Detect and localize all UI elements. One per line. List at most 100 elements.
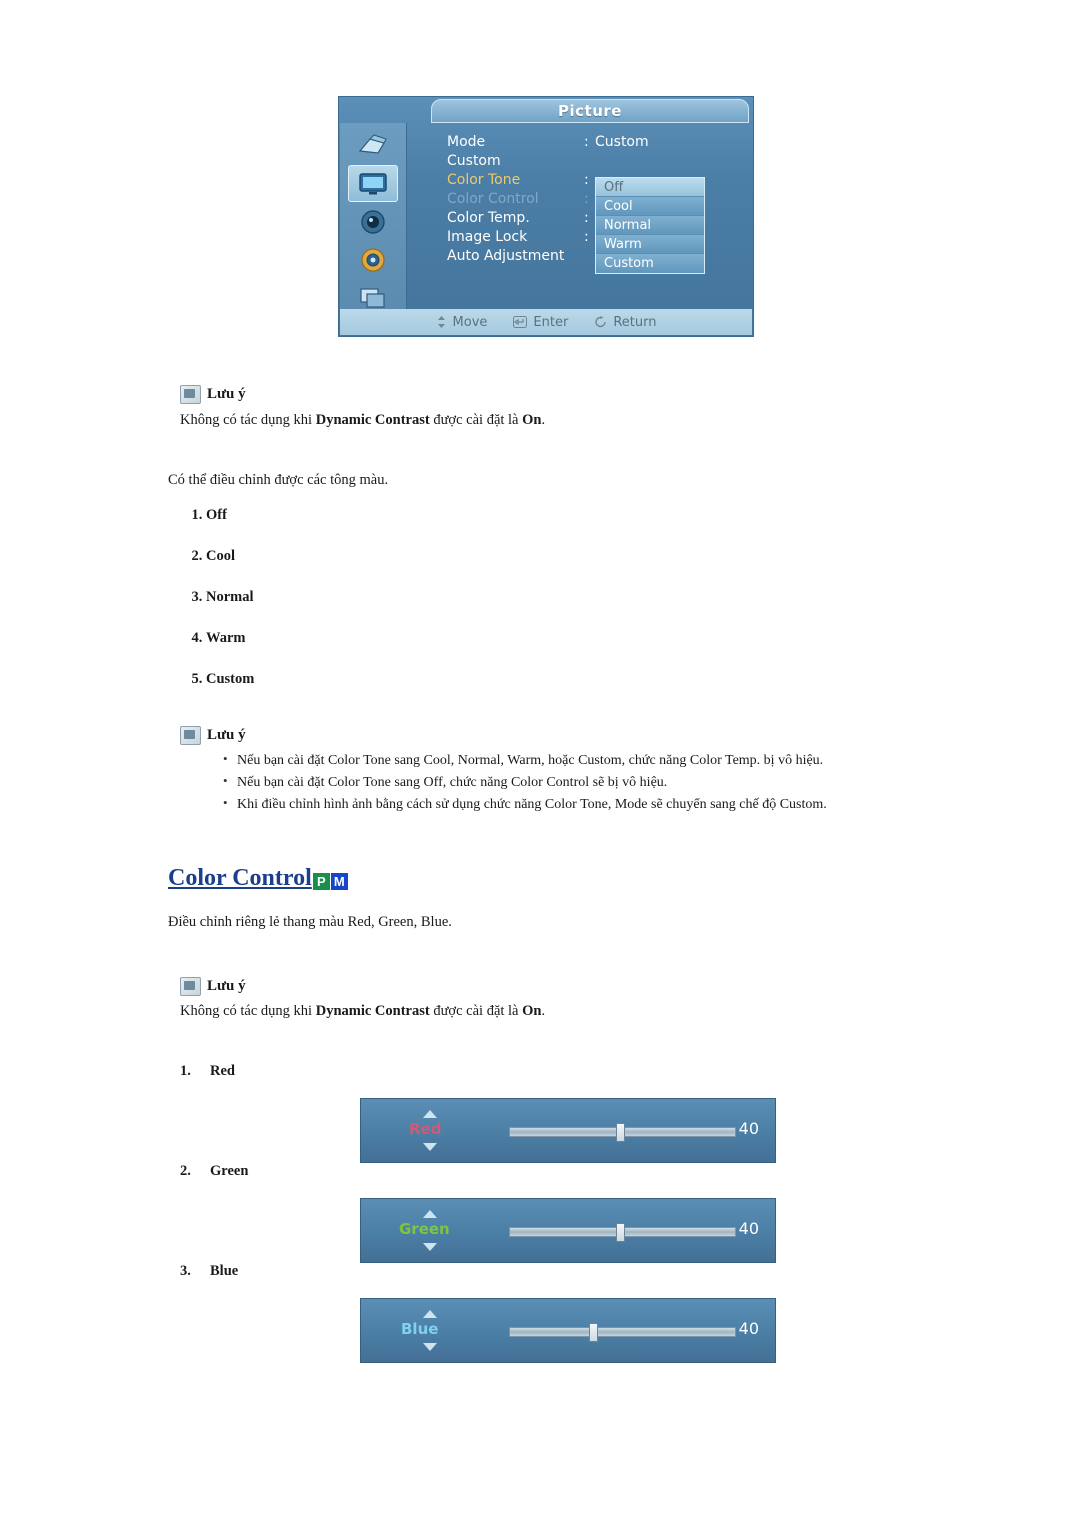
footer-return-label: Return (613, 314, 657, 330)
list-item: Cool (206, 548, 606, 565)
dropdown-option-normal[interactable]: Normal (596, 216, 704, 235)
list-item: Warm (206, 630, 606, 647)
green-slider-value: 40 (738, 1219, 759, 1238)
osd-row-label: Color Control (447, 191, 539, 207)
osd-row-label: Color Tone (447, 172, 521, 188)
color-tone-option-list: Off Cool Normal Warm Custom (180, 507, 606, 712)
osd-picture-menu: Picture Mode: Custom Custom Color Tone … (338, 96, 754, 385)
gear-glyph (361, 247, 385, 272)
tone-option-label: Warm (206, 630, 246, 646)
setup-icon[interactable] (348, 241, 398, 278)
osd-icon-column (340, 123, 407, 312)
note-icon (180, 726, 201, 745)
green-slider-panel[interactable]: Green 40 (360, 1198, 776, 1263)
footer-return[interactable]: Return (594, 315, 656, 330)
color-item-number-green: 2. (180, 1163, 191, 1179)
section-heading-color-control: Color Control P M (168, 866, 348, 890)
osd-more-label[interactable]: ▼ More (447, 369, 497, 385)
note3-text-end: . (541, 1003, 546, 1019)
increase-arrow-icon[interactable] (423, 1210, 437, 1218)
dropdown-option-warm[interactable]: Warm (596, 235, 704, 254)
note-icon (180, 977, 201, 996)
picture-icon[interactable] (348, 165, 398, 202)
color-tone-dropdown[interactable]: Off Cool Normal Warm Custom (595, 177, 705, 274)
osd-row-colon: : (584, 191, 589, 207)
blue-slider-panel[interactable]: Blue 40 (360, 1298, 776, 1363)
list-item: Normal (206, 589, 606, 606)
section-description: Điều chỉnh riêng lẻ thang màu Red, Green… (168, 914, 452, 930)
footer-move[interactable]: Move (436, 315, 487, 330)
red-slider-value: 40 (738, 1119, 759, 1138)
blue-slider-label: Blue (401, 1320, 439, 1338)
note1-text-mid: được cài đặt là (429, 412, 523, 428)
blue-slider-knob[interactable] (588, 1323, 598, 1342)
input-source-icon[interactable] (348, 127, 398, 164)
color-item-label-blue: Blue (210, 1263, 239, 1279)
tone-option-label: Normal (206, 589, 254, 605)
color-item-label-red: Red (210, 1063, 235, 1079)
tone-option-label: Cool (206, 548, 235, 564)
color-item-label-green: Green (210, 1163, 249, 1179)
note-heading-label: Lưu ý (207, 386, 246, 402)
note-heading-3: Lưu ý (180, 977, 246, 996)
red-slider-label: Red (409, 1120, 442, 1138)
intro-text: Có thể điều chỉnh được các tông màu. (168, 472, 389, 488)
blue-slider-track[interactable] (509, 1323, 736, 1342)
footer-enter[interactable]: Enter (513, 315, 568, 330)
sound-glyph (361, 209, 385, 234)
list-item: Custom (206, 671, 606, 688)
osd-row-label: Custom (447, 153, 501, 169)
monitor-stack-glyph (360, 287, 385, 308)
dropdown-option-off[interactable]: Off (596, 178, 704, 197)
decrease-arrow-icon[interactable] (423, 1243, 437, 1251)
red-slider-track[interactable] (509, 1123, 736, 1142)
return-icon (595, 316, 607, 328)
dropdown-option-custom[interactable]: Custom (596, 254, 704, 273)
increase-arrow-icon[interactable] (423, 1110, 437, 1118)
note3-bold1: Dynamic Contrast (315, 1003, 430, 1019)
list-item: Nếu bạn cài đặt Color Tone sang Cool, No… (223, 749, 1013, 772)
note3-bold2: On (522, 1003, 542, 1019)
color-item-number-blue: 3. (180, 1263, 191, 1279)
increase-arrow-icon[interactable] (423, 1310, 437, 1318)
note1-bold1: Dynamic Contrast (315, 412, 430, 428)
osd-row-mode[interactable]: Mode : Custom (447, 133, 747, 152)
dropdown-option-cool[interactable]: Cool (596, 197, 704, 216)
osd-title: Picture (558, 102, 622, 120)
red-slider-panel[interactable]: Red 40 (360, 1098, 776, 1163)
osd-row-custom[interactable]: Custom (447, 152, 747, 171)
red-slider-knob[interactable] (615, 1123, 625, 1142)
note-heading-label: Lưu ý (207, 727, 246, 743)
blue-slider-value: 40 (738, 1319, 759, 1338)
note1-text-end: . (541, 412, 546, 428)
note-bullet-list: Nếu bạn cài đặt Color Tone sang Cool, No… (205, 749, 1013, 816)
osd-row-colon: : (584, 229, 589, 245)
osd-row-colon: : (584, 134, 589, 150)
note3-text-before: Không có tác dụng khi (180, 1003, 316, 1019)
green-slider-label: Green (399, 1220, 450, 1238)
tone-option-label: Off (206, 507, 227, 523)
note-text-1: Không có tác dụng khi Dynamic Contrast đ… (180, 410, 980, 431)
picture-glyph (359, 172, 387, 194)
osd-title-bar: Picture (431, 99, 749, 123)
badge-p-icon: P (312, 873, 330, 890)
osd-row-colon: : (584, 210, 589, 226)
sound-icon[interactable] (348, 203, 398, 240)
green-slider-track[interactable] (509, 1223, 736, 1242)
note-heading-1: Lưu ý (180, 385, 246, 404)
decrease-arrow-icon[interactable] (423, 1343, 437, 1351)
osd-row-label: Mode (447, 134, 486, 150)
note-heading-label: Lưu ý (207, 978, 246, 994)
input-source-glyph (358, 133, 387, 154)
note1-bold2: On (522, 412, 542, 428)
osd-row-label: Auto Adjustment (447, 248, 565, 264)
osd-footer: Move Enter Return (340, 309, 752, 335)
green-slider-knob[interactable] (615, 1223, 625, 1242)
tone-option-label: Custom (206, 671, 255, 687)
decrease-arrow-icon[interactable] (423, 1143, 437, 1151)
footer-enter-label: Enter (533, 314, 569, 330)
osd-row-label: Color Temp. (447, 210, 530, 226)
osd-row-colon: : (584, 172, 589, 188)
badge-m-icon: M (330, 873, 348, 890)
color-item-number-red: 1. (180, 1063, 191, 1079)
